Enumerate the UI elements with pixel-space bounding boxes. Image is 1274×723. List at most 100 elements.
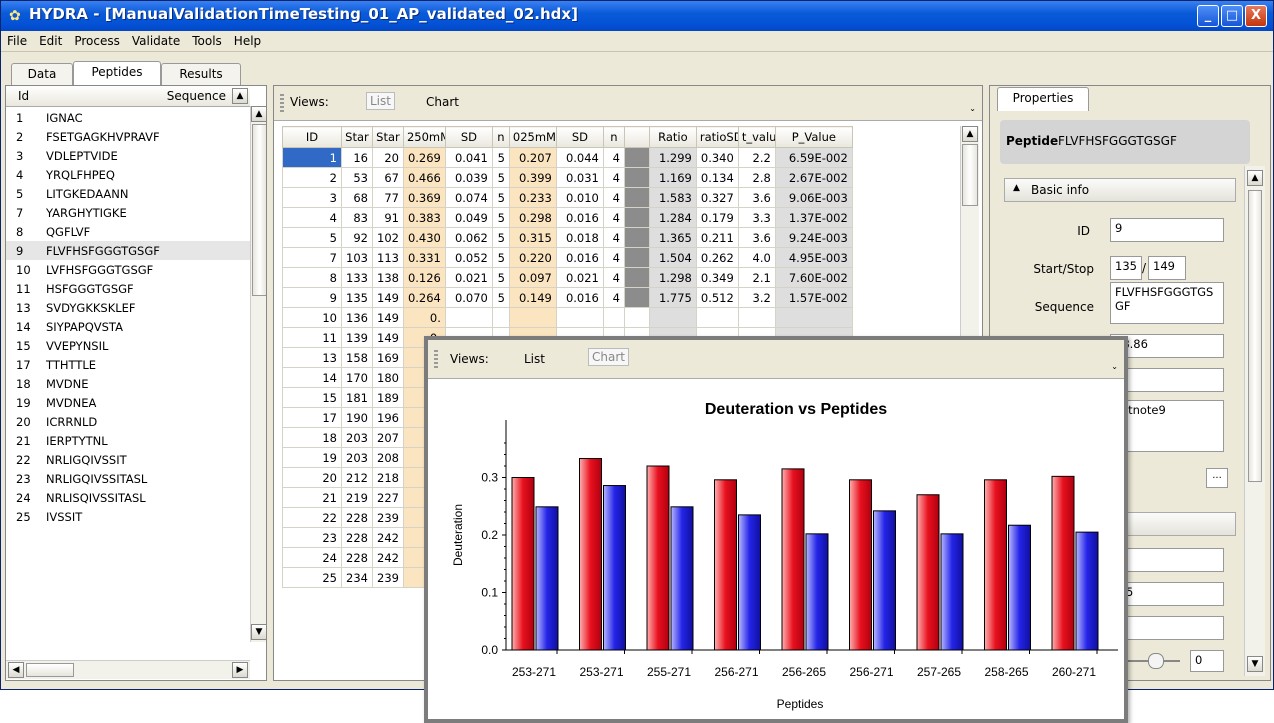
menu-edit[interactable]: Edit <box>33 31 68 48</box>
table-cell[interactable]: 149 <box>371 307 404 328</box>
table-cell[interactable]: 91 <box>371 207 404 228</box>
table-cell[interactable]: 0.340 <box>695 147 739 168</box>
table-cell[interactable]: 0.262 <box>695 247 739 268</box>
table-cell[interactable]: 0.021 <box>555 267 604 288</box>
table-cell[interactable]: 5 <box>491 227 510 248</box>
table-cell[interactable]: 2 <box>282 167 342 188</box>
table-row[interactable]: 10 136 149 0. <box>282 307 853 328</box>
col-header-id[interactable]: Id <box>18 89 29 103</box>
list-item[interactable]: 14 SIYPAPQVSTA <box>6 317 250 336</box>
table-cell[interactable]: 180 <box>371 367 404 388</box>
table-cell[interactable]: 203 <box>341 447 373 468</box>
table-cell[interactable]: 0.021 <box>444 267 493 288</box>
table-cell[interactable]: 0.349 <box>695 267 739 288</box>
chart-toolbar-overflow-icon[interactable]: ⌄ <box>1111 362 1118 371</box>
table-cell[interactable]: 0.062 <box>444 227 493 248</box>
table-cell[interactable] <box>623 247 650 268</box>
table-cell[interactable]: 0.264 <box>402 287 446 308</box>
table-cell[interactable]: 0.298 <box>508 207 557 228</box>
table-cell[interactable]: 149 <box>371 287 404 308</box>
table-cell[interactable]: 77 <box>371 187 404 208</box>
table-cell[interactable]: 218 <box>371 467 404 488</box>
table-cell[interactable]: 4 <box>602 147 625 168</box>
table-row[interactable]: 2 53 67 0.466 0.039 5 0.399 0.031 4 1.169 0.134 2.8… <box>282 167 853 188</box>
table-cell[interactable]: 234 <box>341 567 373 588</box>
tab-data[interactable]: Data <box>11 63 73 85</box>
table-cell[interactable]: 208 <box>371 447 404 468</box>
table-cell[interactable]: 9.06E-003 <box>774 187 853 208</box>
table-cell[interactable]: 9.24E-003 <box>774 227 853 248</box>
table-cell[interactable]: 0.018 <box>555 227 604 248</box>
table-cell[interactable]: 228 <box>341 527 373 548</box>
list-item[interactable]: 11 HSFGGGTGSGF <box>6 279 250 298</box>
table-cell[interactable]: 4 <box>602 207 625 228</box>
table-cell[interactable]: 242 <box>371 527 404 548</box>
list-item[interactable]: 3 VDLEPTVIDE <box>6 146 250 165</box>
table-cell[interactable]: 1.504 <box>648 247 697 268</box>
list-item[interactable]: 15 VVEPYNSIL <box>6 336 250 355</box>
tab-properties[interactable]: Properties <box>997 87 1089 111</box>
table-cell[interactable]: 0.134 <box>695 167 739 188</box>
col-header[interactable]: ID <box>282 126 342 148</box>
table-cell[interactable]: 1 <box>282 147 342 168</box>
table-cell[interactable]: 2.8 <box>737 167 776 188</box>
list-item[interactable]: 10 LVFHSFGGGTGSGF <box>6 260 250 279</box>
minimize-button[interactable]: _ <box>1197 5 1219 27</box>
col-header[interactable]: Star <box>341 126 373 148</box>
properties-scroll-thumb[interactable] <box>1248 190 1262 482</box>
col-header[interactable]: n <box>491 126 510 148</box>
table-row[interactable]: 3 68 77 0.369 0.074 5 0.233 0.010 4 1.583 0.327 3.6… <box>282 187 853 208</box>
table-cell[interactable]: 169 <box>371 347 404 368</box>
list-item[interactable]: 18 MVDNE <box>6 374 250 393</box>
table-cell[interactable]: 219 <box>341 487 373 508</box>
menu-process[interactable]: Process <box>68 31 126 48</box>
menu-tools[interactable]: Tools <box>186 31 228 48</box>
table-cell[interactable]: 0.074 <box>444 187 493 208</box>
table-cell[interactable]: 4.0 <box>737 247 776 268</box>
list-item[interactable]: 21 IERPTYTNL <box>6 431 250 450</box>
table-cell[interactable]: 239 <box>371 567 404 588</box>
table-cell[interactable]: 170 <box>341 367 373 388</box>
table-cell[interactable] <box>774 307 853 328</box>
table-cell[interactable]: 1.298 <box>648 267 697 288</box>
table-cell[interactable]: 7 <box>282 247 342 268</box>
table-cell[interactable]: 83 <box>341 207 373 228</box>
table-cell[interactable]: 242 <box>371 547 404 568</box>
table-cell[interactable]: 0.049 <box>444 207 493 228</box>
list-item[interactable]: 20 ICRRNLD <box>6 412 250 431</box>
id-field[interactable]: 9 <box>1110 218 1224 242</box>
table-cell[interactable]: 2.2 <box>737 147 776 168</box>
table-cell[interactable]: 68 <box>341 187 373 208</box>
table-cell[interactable] <box>623 287 650 308</box>
start-field[interactable]: 135 <box>1110 256 1142 280</box>
col-header[interactable]: P_Value <box>774 126 853 148</box>
table-cell[interactable]: 17 <box>282 407 342 428</box>
properties-scroll-up-icon[interactable]: ▲ <box>1247 170 1263 186</box>
grid-scroll-up-icon[interactable]: ▲ <box>962 126 978 142</box>
table-cell[interactable]: 190 <box>341 407 373 428</box>
table-cell[interactable]: 0.466 <box>402 167 446 188</box>
maximize-button[interactable]: □ <box>1221 5 1243 27</box>
slider-value-field[interactable]: 0 <box>1190 650 1224 672</box>
table-cell[interactable]: 0.269 <box>402 147 446 168</box>
table-cell[interactable]: 18 <box>282 427 342 448</box>
table-cell[interactable]: 1.775 <box>648 287 697 308</box>
table-cell[interactable]: 2.1 <box>737 267 776 288</box>
table-cell[interactable]: 4 <box>602 247 625 268</box>
table-cell[interactable]: 13 <box>282 347 342 368</box>
hscroll-thumb[interactable] <box>26 663 74 677</box>
section-basic-info[interactable]: ▲ Basic info <box>1004 178 1236 202</box>
peptide-list-vscroll[interactable]: ▲ ▼ <box>250 106 266 642</box>
col-header[interactable]: t_value <box>737 126 776 148</box>
table-cell[interactable]: 21 <box>282 487 342 508</box>
tab-peptides[interactable]: Peptides <box>73 61 161 85</box>
col-header[interactable]: Star <box>371 126 404 148</box>
table-cell[interactable]: 5 <box>491 267 510 288</box>
menu-help[interactable]: Help <box>228 31 267 48</box>
table-cell[interactable]: 228 <box>341 547 373 568</box>
col-header[interactable]: SD <box>444 126 493 148</box>
table-cell[interactable] <box>623 167 650 188</box>
scroll-thumb[interactable] <box>252 124 266 296</box>
table-cell[interactable] <box>602 307 625 328</box>
table-cell[interactable]: 4.95E-003 <box>774 247 853 268</box>
